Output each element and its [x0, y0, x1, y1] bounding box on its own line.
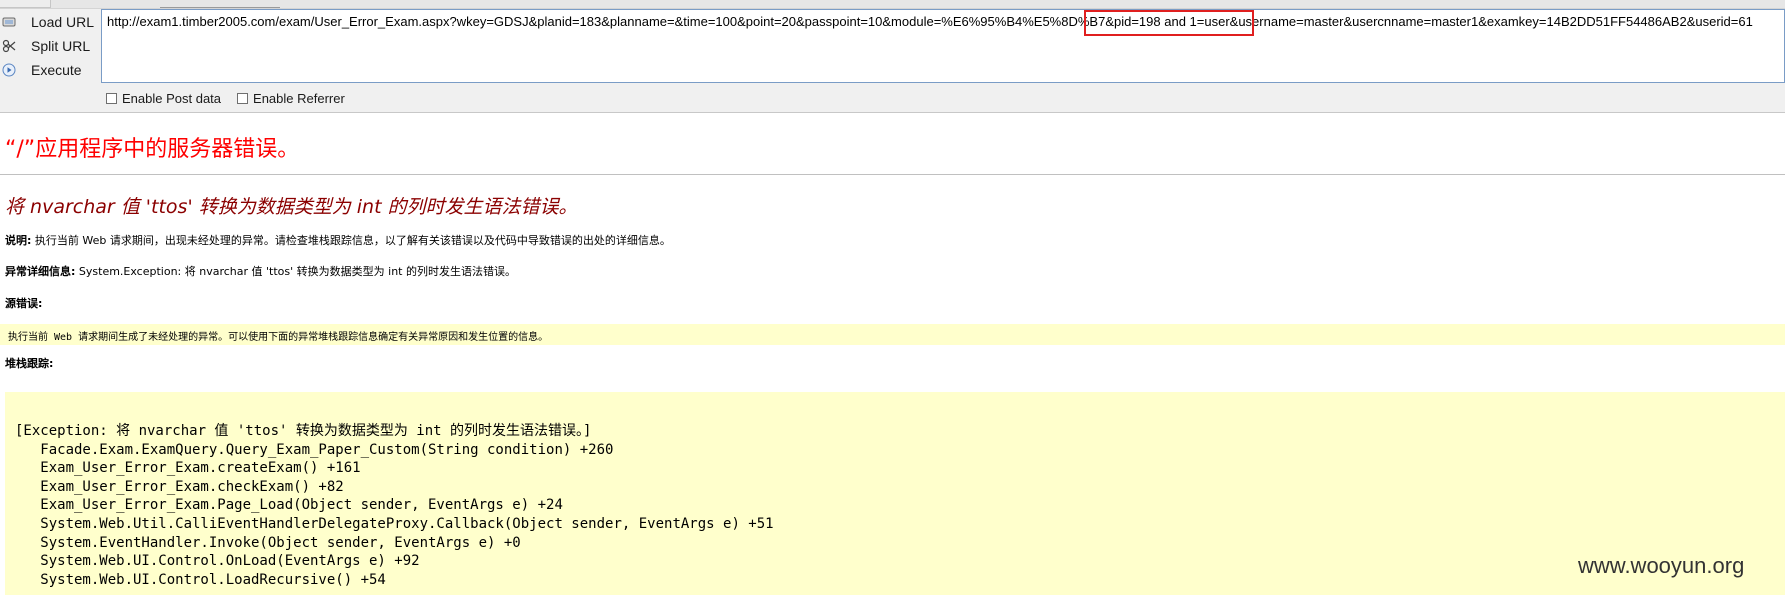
hackbar-top-strip — [0, 0, 1785, 9]
watermark-text: www.wooyun.org — [1578, 553, 1745, 578]
stack-trace-line: System.Web.UI.Control.LoadRecursive() +5… — [15, 571, 386, 588]
stack-trace-line: Exam_User_Error_Exam.Page_Load(Object se… — [15, 497, 563, 514]
load-url-label: Load URL — [31, 14, 95, 30]
stack-trace-line: System.EventHandler.Invoke(Object sender… — [15, 534, 521, 551]
browser-window: Load URL Split URL Execute http://exam1.… — [0, 0, 1785, 595]
hackbar-toolbar: Load URL Split URL Execute http://exam1.… — [0, 0, 1785, 113]
description-text: 执行当前 Web 请求期间，出现未经处理的异常。请检查堆栈跟踪信息，以了解有关该… — [31, 234, 671, 247]
execute-button[interactable]: Execute — [0, 58, 100, 82]
exception-details-label: 异常详细信息: — [5, 265, 76, 278]
stack-trace-text: [Exception: 将 nvarchar 值 'ttos' 转换为数据类型为… — [15, 422, 774, 589]
execute-icon — [1, 63, 16, 78]
url-textarea[interactable]: http://exam1.timber2005.com/exam/User_Er… — [101, 9, 1785, 83]
exception-details-line: 异常详细信息: System.Exception: 将 nvarchar 值 '… — [5, 263, 516, 279]
enable-post-data-option[interactable]: Enable Post data — [106, 91, 221, 106]
stack-trace-line: Exam_User_Error_Exam.createExam() +161 — [15, 460, 361, 477]
hackbar-menu-edge — [160, 0, 280, 8]
load-url-icon — [1, 15, 16, 30]
stack-trace-heading: 堆栈跟踪: — [5, 355, 53, 371]
hackbar-options: Enable Post data Enable Referrer — [106, 91, 345, 106]
source-error-heading: 源错误: — [5, 295, 42, 311]
load-url-button[interactable]: Load URL — [0, 10, 100, 34]
split-url-button[interactable]: Split URL — [0, 34, 100, 58]
stack-trace-line: System.Web.UI.Control.OnLoad(EventArgs e… — [15, 553, 420, 570]
enable-referrer-label: Enable Referrer — [253, 91, 345, 106]
error-subtitle: 将 nvarchar 值 'ttos' 转换为数据类型为 int 的列时发生语法… — [5, 196, 578, 218]
enable-referrer-checkbox[interactable] — [237, 93, 249, 104]
hackbar-menu-button[interactable] — [0, 0, 51, 8]
url-text: http://exam1.timber2005.com/exam/User_Er… — [107, 14, 1753, 29]
hackbar-actions: Load URL Split URL Execute — [0, 10, 100, 82]
injection-highlight-box — [1084, 10, 1254, 36]
stack-trace-line: Exam_User_Error_Exam.checkExam() +82 — [15, 478, 344, 495]
stack-trace-label: 堆栈跟踪: — [5, 357, 54, 370]
stack-trace-line: [Exception: 将 nvarchar 值 'ttos' 转换为数据类型为… — [15, 423, 592, 439]
source-error-text: 执行当前 Web 请求期间生成了未经处理的异常。可以使用下面的异常堆栈跟踪信息确… — [8, 332, 549, 343]
split-url-icon — [1, 39, 16, 54]
source-error-box: 执行当前 Web 请求期间生成了未经处理的异常。可以使用下面的异常堆栈跟踪信息确… — [0, 324, 1785, 345]
source-error-label: 源错误: — [5, 297, 43, 310]
stack-trace-line: System.Web.Util.CalliEventHandlerDelegat… — [15, 515, 774, 532]
description-label: 说明: — [5, 234, 32, 247]
enable-referrer-option[interactable]: Enable Referrer — [237, 91, 345, 106]
error-page: “/”应用程序中的服务器错误。 将 nvarchar 值 'ttos' 转换为数… — [0, 113, 1785, 595]
enable-post-data-checkbox[interactable] — [106, 93, 117, 104]
split-url-label: Split URL — [31, 38, 91, 54]
enable-post-data-label: Enable Post data — [122, 91, 222, 106]
title-divider — [0, 174, 1785, 175]
page-title: “/”应用程序中的服务器错误。 — [5, 137, 300, 162]
description-line: 说明: 执行当前 Web 请求期间，出现未经处理的异常。请检查堆栈跟踪信息，以了… — [5, 232, 671, 248]
exception-details-text: System.Exception: 将 nvarchar 值 'ttos' 转换… — [75, 265, 516, 278]
stack-trace-box: [Exception: 将 nvarchar 值 'ttos' 转换为数据类型为… — [5, 392, 1785, 595]
execute-label: Execute — [31, 62, 82, 78]
stack-trace-line: Facade.Exam.ExamQuery.Query_Exam_Paper_C… — [15, 441, 614, 458]
